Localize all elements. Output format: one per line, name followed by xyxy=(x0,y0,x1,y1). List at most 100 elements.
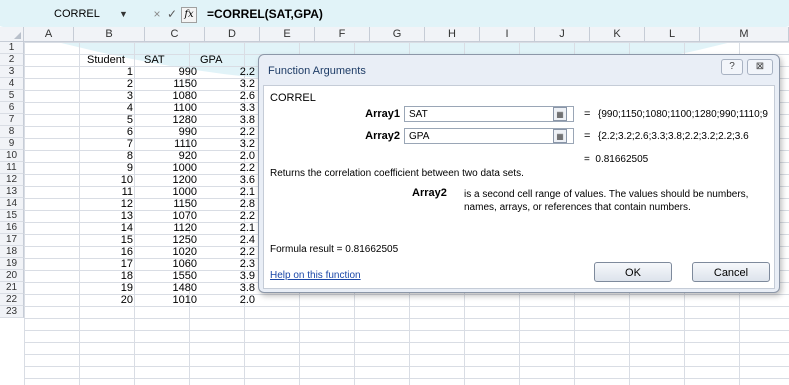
table-cell-sat[interactable]: 990 xyxy=(152,66,197,78)
close-icon[interactable]: ⊠ xyxy=(747,59,773,75)
table-cell-student[interactable]: 12 xyxy=(88,198,133,210)
table-cell-sat[interactable]: 1020 xyxy=(152,246,197,258)
table-cell-sat[interactable]: 1000 xyxy=(152,186,197,198)
column-header[interactable]: I xyxy=(480,27,535,41)
help-link[interactable]: Help on this function xyxy=(270,270,361,281)
table-cell-sat[interactable]: 1200 xyxy=(152,174,197,186)
table-cell-sat[interactable]: 1080 xyxy=(152,90,197,102)
row-header[interactable]: 23 xyxy=(0,306,24,318)
help-icon[interactable]: ? xyxy=(721,59,743,75)
row-header[interactable]: 18 xyxy=(0,246,24,258)
table-cell-student[interactable]: 3 xyxy=(88,90,133,102)
column-header[interactable]: C xyxy=(145,27,205,41)
formula-input[interactable]: =CORREL(SAT,GPA) xyxy=(207,6,323,22)
table-cell-sat[interactable]: 1000 xyxy=(152,162,197,174)
table-cell-gpa[interactable]: 3.2 xyxy=(210,78,255,90)
table-cell-gpa[interactable]: 2.2 xyxy=(210,162,255,174)
range-select-icon[interactable]: ▦ xyxy=(553,107,567,121)
table-cell-gpa[interactable]: 2.0 xyxy=(210,150,255,162)
array1-input[interactable]: SAT xyxy=(404,106,574,122)
chevron-down-icon[interactable]: ▼ xyxy=(119,6,131,22)
name-box[interactable]: CORREL xyxy=(44,6,126,22)
table-cell-sat[interactable]: 990 xyxy=(152,126,197,138)
row-header[interactable]: 12 xyxy=(0,174,24,186)
table-cell-student[interactable]: 9 xyxy=(88,162,133,174)
row-header[interactable]: 7 xyxy=(0,114,24,126)
table-cell-student[interactable]: 19 xyxy=(88,282,133,294)
row-header[interactable]: 1 xyxy=(0,42,24,54)
row-header[interactable]: 20 xyxy=(0,270,24,282)
table-cell-student[interactable]: 1 xyxy=(88,66,133,78)
table-cell-student[interactable]: 13 xyxy=(88,210,133,222)
row-header[interactable]: 15 xyxy=(0,210,24,222)
table-cell-student[interactable]: 15 xyxy=(88,234,133,246)
column-header[interactable]: J xyxy=(535,27,590,41)
column-header[interactable]: L xyxy=(645,27,700,41)
row-header[interactable]: 10 xyxy=(0,150,24,162)
table-cell-sat[interactable]: 1070 xyxy=(152,210,197,222)
table-cell-gpa[interactable]: 2.8 xyxy=(210,198,255,210)
table-cell-sat[interactable]: 1150 xyxy=(152,198,197,210)
table-cell-student[interactable]: 14 xyxy=(88,222,133,234)
table-cell-sat[interactable]: 1010 xyxy=(152,294,197,306)
table-cell-gpa[interactable]: 2.6 xyxy=(210,90,255,102)
select-all-corner[interactable] xyxy=(0,27,24,41)
table-cell-gpa[interactable]: 2.2 xyxy=(210,126,255,138)
row-header[interactable]: 11 xyxy=(0,162,24,174)
cancel-icon[interactable]: × xyxy=(151,6,163,22)
row-header[interactable]: 16 xyxy=(0,222,24,234)
table-cell-student[interactable]: 7 xyxy=(88,138,133,150)
column-header[interactable]: M xyxy=(700,27,789,41)
ok-button[interactable]: OK xyxy=(594,262,672,282)
table-cell-gpa[interactable]: 2.3 xyxy=(210,258,255,270)
array2-input[interactable]: GPA xyxy=(404,128,574,144)
table-cell-gpa[interactable]: 3.9 xyxy=(210,270,255,282)
table-cell-gpa[interactable]: 2.2 xyxy=(210,66,255,78)
table-cell-student[interactable]: 17 xyxy=(88,258,133,270)
insert-function-icon[interactable]: fx xyxy=(181,7,197,23)
cancel-button[interactable]: Cancel xyxy=(692,262,770,282)
table-cell-student[interactable]: 16 xyxy=(88,246,133,258)
table-cell-gpa[interactable]: 2.1 xyxy=(210,222,255,234)
check-icon[interactable]: ✓ xyxy=(166,6,178,22)
table-cell-sat[interactable]: 920 xyxy=(152,150,197,162)
column-header[interactable]: D xyxy=(205,27,260,41)
table-cell-gpa[interactable]: 3.6 xyxy=(210,174,255,186)
table-cell-student[interactable]: 20 xyxy=(88,294,133,306)
row-header[interactable]: 2 xyxy=(0,54,24,66)
table-cell-sat[interactable]: 1550 xyxy=(152,270,197,282)
row-header[interactable]: 17 xyxy=(0,234,24,246)
table-cell-student[interactable]: 2 xyxy=(88,78,133,90)
table-cell-sat[interactable]: 1250 xyxy=(152,234,197,246)
table-cell-student[interactable]: 5 xyxy=(88,114,133,126)
row-header[interactable]: 14 xyxy=(0,198,24,210)
range-select-icon[interactable]: ▦ xyxy=(553,129,567,143)
table-cell-sat[interactable]: 1110 xyxy=(152,138,197,150)
table-cell-gpa[interactable]: 2.4 xyxy=(210,234,255,246)
header-gpa[interactable]: GPA xyxy=(200,54,250,66)
row-header[interactable]: 22 xyxy=(0,294,24,306)
table-cell-gpa[interactable]: 2.1 xyxy=(210,186,255,198)
row-header[interactable]: 21 xyxy=(0,282,24,294)
table-cell-gpa[interactable]: 2.2 xyxy=(210,246,255,258)
table-cell-gpa[interactable]: 3.8 xyxy=(210,114,255,126)
table-cell-student[interactable]: 8 xyxy=(88,150,133,162)
table-cell-sat[interactable]: 1150 xyxy=(152,78,197,90)
column-header[interactable]: H xyxy=(425,27,480,41)
table-cell-sat[interactable]: 1120 xyxy=(152,222,197,234)
table-cell-gpa[interactable]: 3.3 xyxy=(210,102,255,114)
table-cell-student[interactable]: 18 xyxy=(88,270,133,282)
header-student[interactable]: Student xyxy=(87,54,147,66)
table-cell-student[interactable]: 4 xyxy=(88,102,133,114)
table-cell-sat[interactable]: 1060 xyxy=(152,258,197,270)
table-cell-gpa[interactable]: 2.0 xyxy=(210,294,255,306)
header-sat[interactable]: SAT xyxy=(144,54,194,66)
column-header[interactable]: G xyxy=(370,27,425,41)
table-cell-student[interactable]: 6 xyxy=(88,126,133,138)
table-cell-sat[interactable]: 1100 xyxy=(152,102,197,114)
column-header[interactable]: A xyxy=(24,27,74,41)
column-header[interactable]: K xyxy=(590,27,645,41)
column-header[interactable]: B xyxy=(74,27,145,41)
table-cell-gpa[interactable]: 3.2 xyxy=(210,138,255,150)
row-header[interactable]: 3 xyxy=(0,66,24,78)
